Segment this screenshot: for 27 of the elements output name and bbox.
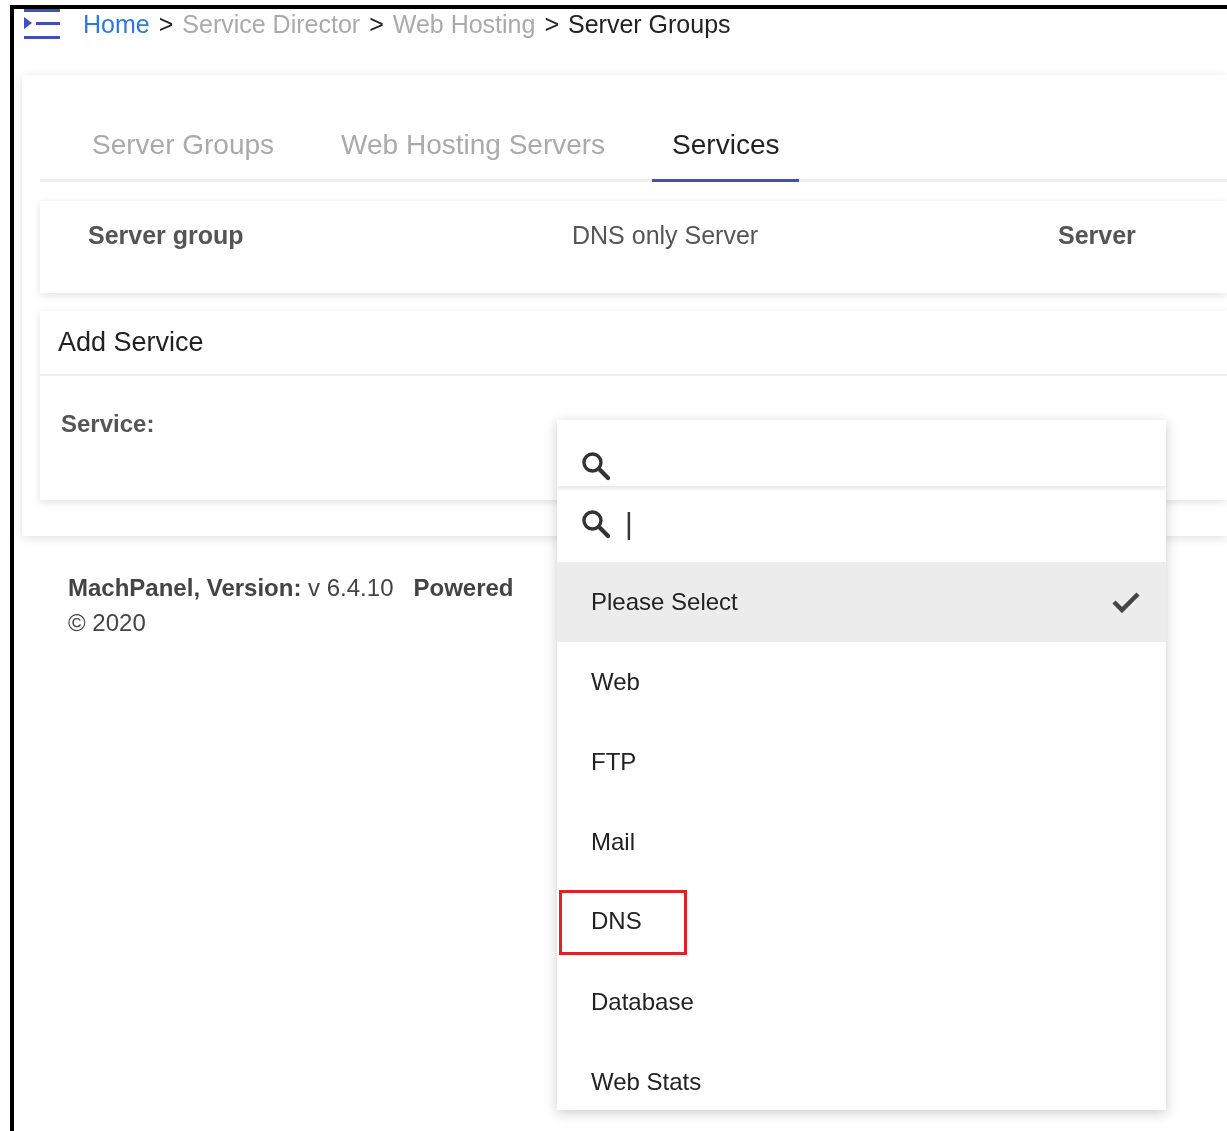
footer-version: MachPanel, Version: v 6.4.10 Powered (68, 573, 514, 603)
breadcrumb-separator: > (369, 9, 384, 39)
dropdown-option[interactable]: Web Stats (557, 1042, 1166, 1110)
search-icon (579, 507, 613, 541)
column-label: DNS only Server (572, 221, 760, 250)
check-icon (1112, 591, 1140, 613)
menu-icon[interactable] (22, 7, 62, 41)
search-icon (579, 449, 613, 483)
breadcrumb-separator: > (158, 9, 174, 39)
dropdown-option[interactable]: Please Select (557, 562, 1166, 642)
dropdown-option[interactable]: Mail (557, 802, 1166, 882)
text-cursor: | (625, 507, 633, 541)
dropdown-option[interactable]: FTP (557, 722, 1166, 802)
search-field[interactable]: | (557, 486, 1166, 562)
breadcrumb-item: Server Groups (568, 9, 731, 39)
card-title: Add Service (40, 311, 1227, 376)
breadcrumb-link[interactable]: Home (83, 9, 150, 39)
footer-copyright: © 2020 (68, 608, 146, 638)
column-label: Server group (88, 221, 245, 250)
dropdown-option[interactable]: DNS (557, 882, 1166, 962)
column-label: Server (1058, 221, 1136, 250)
highlight-box: DNS (559, 889, 687, 955)
breadcrumb-separator: > (544, 9, 559, 39)
tab[interactable]: Services (652, 103, 800, 182)
field-label: Service: (61, 410, 155, 438)
dropdown-option[interactable]: Database (557, 962, 1166, 1042)
dropdown-option[interactable]: Web (557, 642, 1166, 722)
